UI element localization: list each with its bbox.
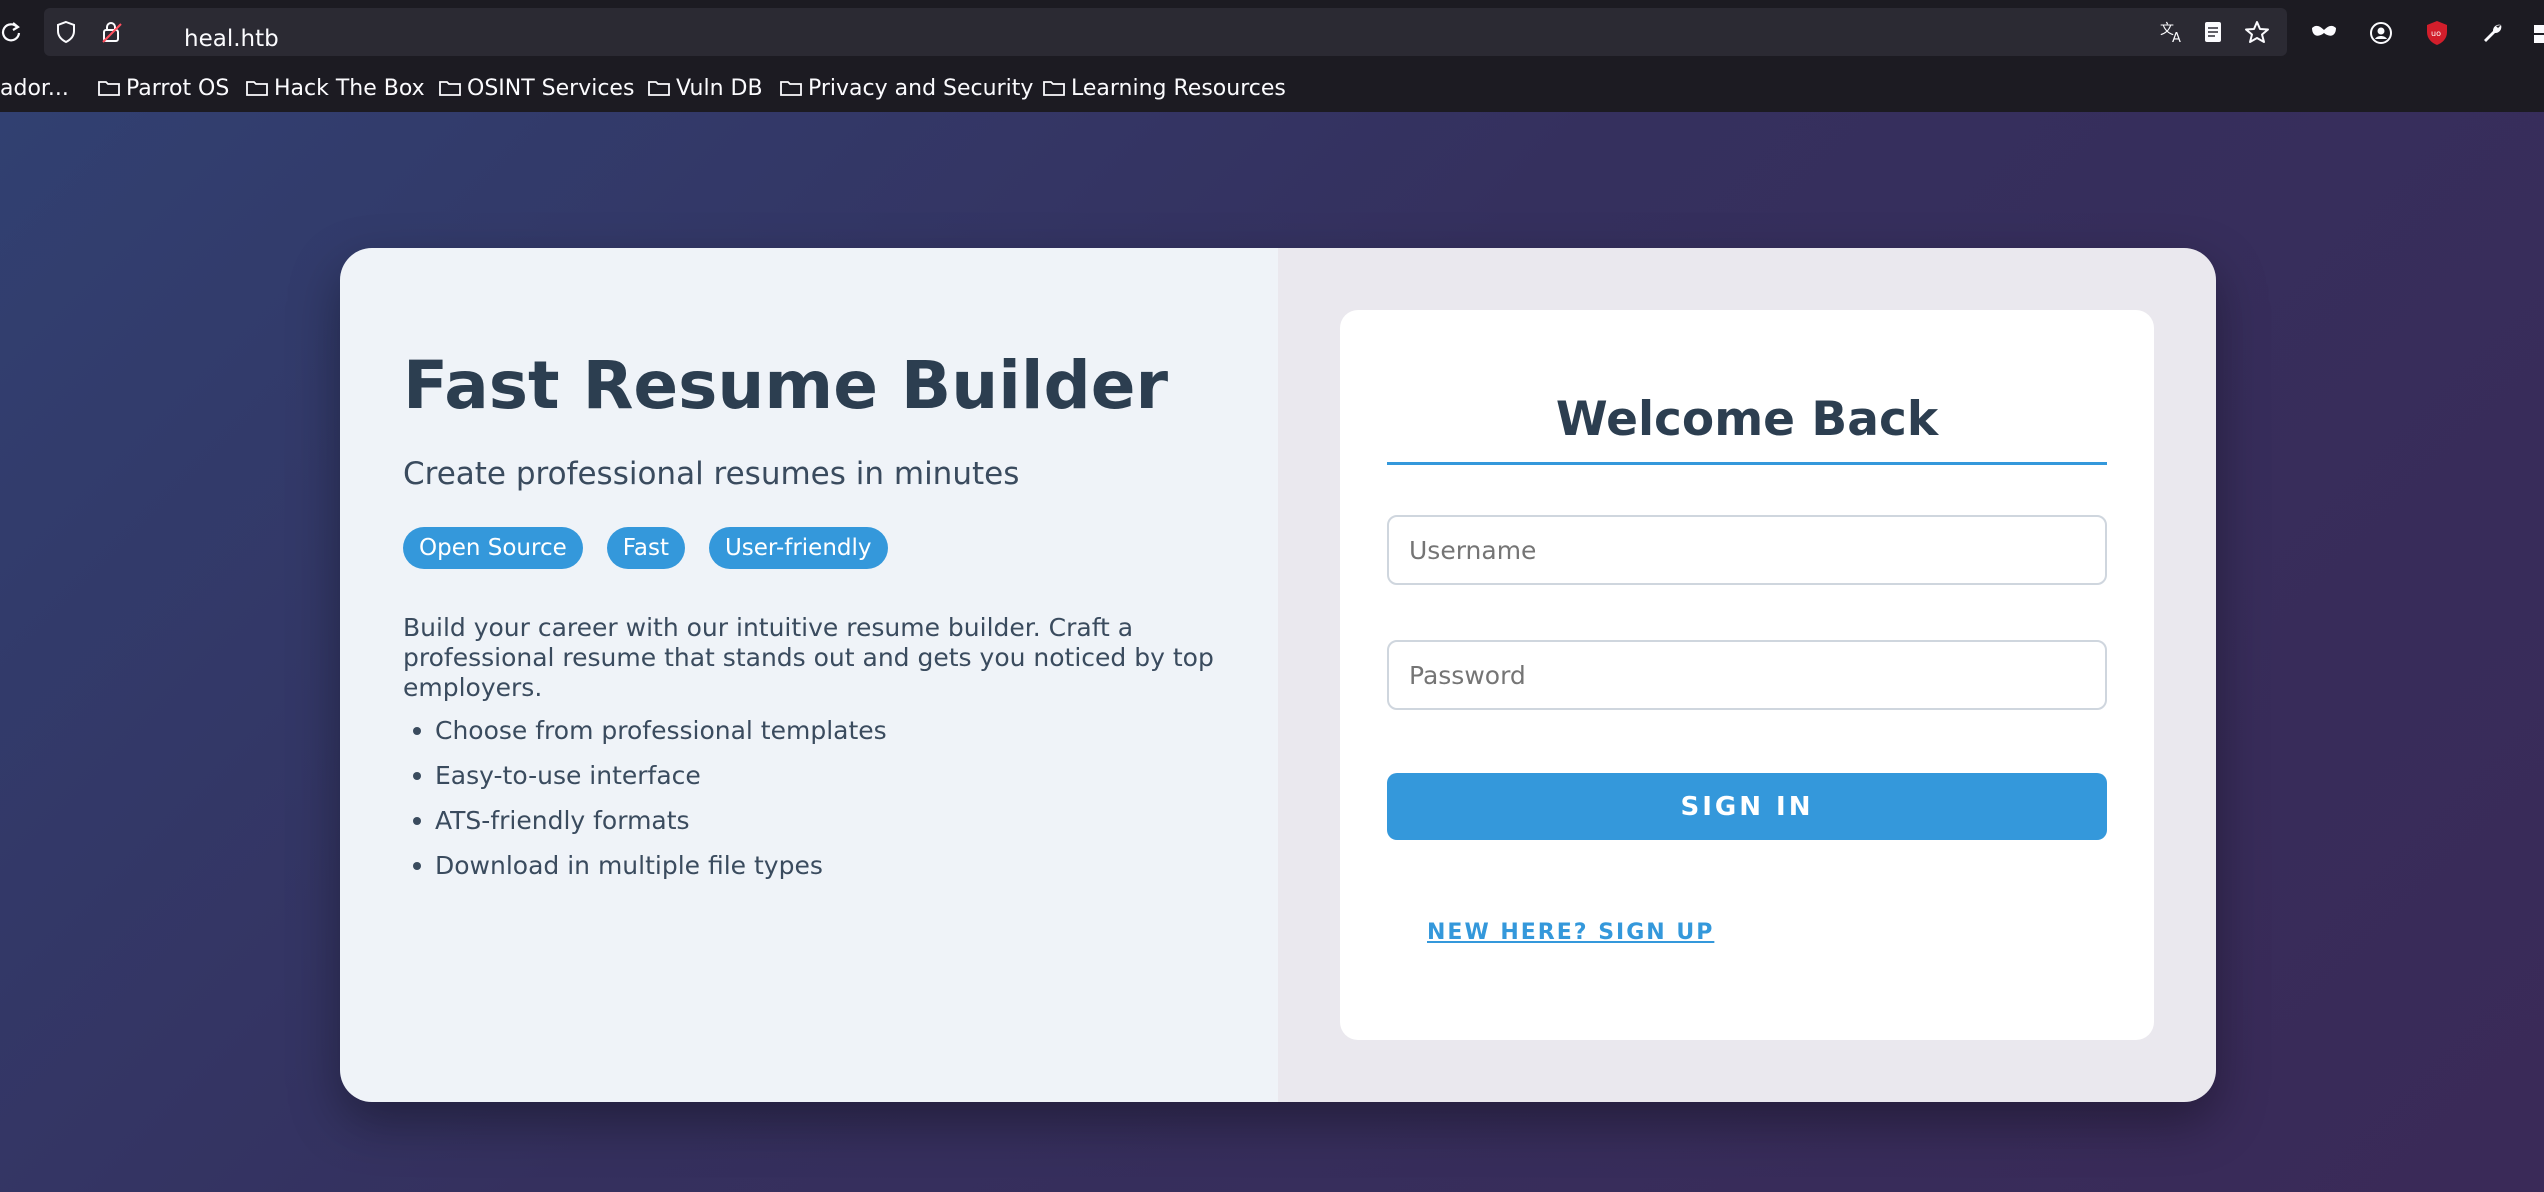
shield-icon[interactable] — [54, 20, 78, 44]
bookmarks-toolbar: ador... Parrot OS Hack The Box OSINT Ser… — [0, 64, 2544, 114]
feature-text: Easy-to-use interface — [435, 761, 701, 790]
password-input[interactable] — [1387, 640, 2107, 710]
svg-text:uo: uo — [2431, 29, 2441, 38]
feature-text: ATS-friendly formats — [435, 806, 690, 835]
bullet-icon — [413, 771, 421, 780]
title-divider — [1387, 462, 2107, 465]
feature-text: Choose from professional templates — [435, 716, 887, 745]
bookmark-label: Learning Resources — [1071, 75, 1286, 101]
mask-icon[interactable] — [2310, 20, 2338, 44]
folder-icon — [780, 81, 802, 96]
page-background: Fast Resume Builder Create professional … — [0, 112, 2544, 1192]
feature-item: Download in multiple file types — [403, 843, 887, 888]
bookmark-label: Hack The Box — [274, 75, 425, 101]
folder-icon — [246, 81, 268, 96]
tag-open-source: Open Source — [403, 527, 583, 569]
hero-description: Build your career with our intuitive res… — [403, 613, 1214, 702]
bookmark-folder-vuln-db[interactable]: Vuln DB — [648, 64, 763, 112]
svg-text:A: A — [2172, 31, 2181, 44]
bookmark-label: Privacy and Security — [808, 75, 1034, 101]
feature-item: Easy-to-use interface — [403, 753, 887, 798]
bookmark-folder-learning-resources[interactable]: Learning Resources — [1043, 64, 1286, 112]
hero-subtitle: Create professional resumes in minutes — [403, 456, 1020, 492]
folder-icon — [439, 81, 461, 96]
bullet-icon — [413, 726, 421, 735]
login-panel: Welcome Back SIGN IN NEW HERE? SIGN UP — [1278, 248, 2216, 1102]
ublock-icon[interactable]: uo — [2424, 20, 2450, 46]
feature-list: Choose from professional templates Easy-… — [403, 708, 887, 888]
feature-item: ATS-friendly formats — [403, 798, 887, 843]
bookmark-truncated[interactable]: ador... — [0, 64, 69, 112]
lock-icon[interactable] — [100, 20, 124, 44]
sign-up-link[interactable]: NEW HERE? SIGN UP — [1427, 920, 1714, 945]
login-title: Welcome Back — [1555, 392, 1939, 447]
wrench-icon[interactable] — [2480, 20, 2506, 46]
tag-fast: Fast — [606, 527, 685, 569]
reload-icon[interactable] — [0, 20, 22, 44]
hero-panel: Fast Resume Builder Create professional … — [340, 248, 1278, 1102]
bookmark-folder-osint-services[interactable]: OSINT Services — [439, 64, 634, 112]
bookmark-label: ador... — [0, 75, 69, 101]
main-card: Fast Resume Builder Create professional … — [340, 248, 2216, 1102]
bookmark-label: Vuln DB — [676, 75, 763, 101]
url-text[interactable]: heal.htb — [184, 22, 279, 56]
bookmark-folder-hack-the-box[interactable]: Hack The Box — [246, 64, 425, 112]
username-input[interactable] — [1387, 515, 2107, 585]
url-bar[interactable]: heal.htb 文A — [44, 8, 2287, 56]
feature-text: Download in multiple file types — [435, 851, 823, 880]
star-icon[interactable] — [2244, 20, 2270, 44]
bullet-icon — [413, 861, 421, 870]
bullet-icon — [413, 816, 421, 825]
folder-icon — [1043, 81, 1065, 96]
feature-item: Choose from professional templates — [403, 708, 887, 753]
translate-icon[interactable]: 文A — [2160, 20, 2186, 44]
bookmark-folder-parrot-os[interactable]: Parrot OS — [98, 64, 229, 112]
account-icon[interactable] — [2368, 20, 2394, 46]
sign-in-button[interactable]: SIGN IN — [1387, 773, 2107, 840]
hero-title: Fast Resume Builder — [403, 347, 1169, 424]
folder-icon — [648, 81, 670, 96]
browser-toolbar: heal.htb 文A uo — [0, 0, 2544, 64]
extensions-icon[interactable] — [2530, 20, 2544, 46]
login-form: Welcome Back SIGN IN NEW HERE? SIGN UP — [1340, 310, 2154, 1040]
tag-user-friendly: User-friendly — [708, 527, 888, 569]
bookmark-label: OSINT Services — [467, 75, 635, 101]
folder-icon — [98, 81, 120, 96]
bookmark-folder-privacy-and-security[interactable]: Privacy and Security — [780, 64, 1033, 112]
bookmark-label: Parrot OS — [126, 75, 230, 101]
reader-icon[interactable] — [2202, 20, 2224, 44]
tag-list: Open Source Fast User-friendly — [403, 527, 912, 569]
